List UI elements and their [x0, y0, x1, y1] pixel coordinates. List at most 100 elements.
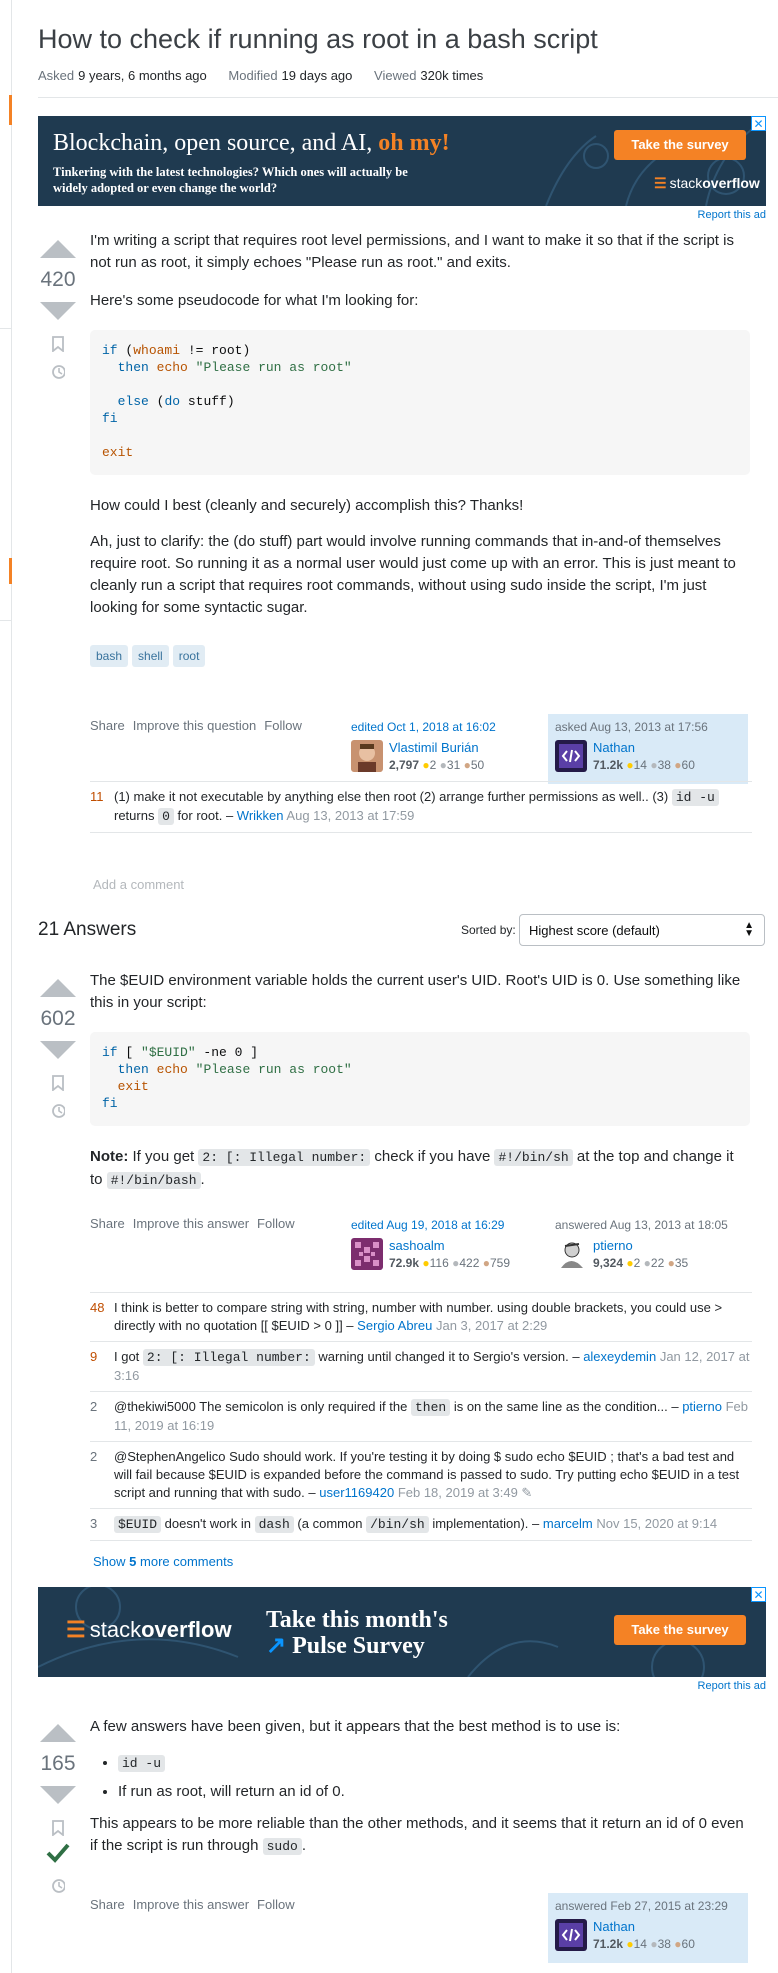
ad-take-survey-button[interactable]: Take the survey [614, 1615, 746, 1645]
edited-timestamp[interactable]: edited Oct 1, 2018 at 16:02 [351, 720, 537, 734]
chevron-updown-icon: ▲ ▼ [744, 920, 754, 939]
avatar[interactable] [351, 1238, 383, 1270]
answerer-signature: answered Aug 13, 2013 at 18:05 ptierno 9… [548, 1212, 748, 1282]
left-sidebar-rail [0, 0, 12, 1973]
show-more-comments-link[interactable]: Show 5 more comments [93, 1554, 233, 1569]
answer-vote-cell: 165 [38, 1724, 78, 1894]
report-ad-link[interactable]: Report this ad [698, 209, 766, 221]
comment-user-link[interactable]: user1169420 [319, 1485, 394, 1500]
comment-user-link[interactable]: Wrikken [237, 808, 284, 823]
user-name[interactable]: ptierno [593, 1238, 633, 1253]
ad-headline: Take this month's ↗ Pulse Survey [266, 1607, 448, 1659]
ad-banner-blockchain[interactable]: Blockchain, open source, and AI, oh my! … [38, 116, 766, 206]
sort-select[interactable]: Highest score (default) ▲ ▼ [519, 914, 765, 946]
history-icon[interactable] [51, 1103, 65, 1119]
comment: 2 @thekiwi5000 The semicolon is only requ… [90, 1392, 752, 1442]
ad-headline: Blockchain, open source, and AI, oh my! [53, 130, 450, 156]
comment-date[interactable]: Feb 18, 2019 at 3:49 [398, 1485, 518, 1500]
bookmark-icon[interactable] [51, 1820, 65, 1836]
answer-body: A few answers have been given, but it ap… [90, 1716, 750, 1858]
improve-question-link[interactable]: Improve this question [133, 718, 257, 733]
question-paragraph: How could I best (cleanly and securely) … [90, 497, 524, 514]
share-link[interactable]: Share [90, 718, 125, 733]
user-name[interactable]: Nathan [593, 1919, 635, 1934]
user-reputation: 71.2k ●14 ●38 ●60 [593, 758, 695, 772]
answered-timestamp: answered Feb 27, 2015 at 23:29 [555, 1899, 728, 1913]
add-comment-link[interactable]: Add a comment [93, 877, 184, 892]
comment-date[interactable]: Jan 3, 2017 at 2:29 [436, 1318, 547, 1333]
list-item: If run as root, will return an id of 0. [118, 1781, 750, 1803]
header-divider [38, 97, 778, 98]
ad-banner-pulse-survey[interactable]: ☰ stackoverflow Take this month's ↗ Pulse … [38, 1587, 766, 1677]
comment-score: 11 [90, 789, 104, 804]
upvote-icon[interactable] [40, 240, 76, 258]
comment-date[interactable]: Nov 15, 2020 at 9:14 [596, 1516, 717, 1531]
edited-timestamp[interactable]: edited Aug 19, 2018 at 16:29 [351, 1218, 537, 1232]
avatar[interactable] [555, 1238, 587, 1270]
sort-label: Sorted by: [461, 923, 516, 937]
follow-link[interactable]: Follow [257, 1897, 295, 1912]
bookmark-icon[interactable] [51, 336, 65, 352]
ad-close-icon[interactable]: ✕ [751, 1587, 766, 1602]
comment-user-link[interactable]: marcelm [543, 1516, 593, 1531]
upvote-icon[interactable] [40, 1724, 76, 1742]
sidebar-active-marker [9, 558, 12, 584]
ad-subtext: Tinkering with the latest technologies? … [53, 165, 408, 195]
user-name[interactable]: Nathan [593, 740, 635, 755]
improve-answer-link[interactable]: Improve this answer [133, 1897, 249, 1912]
avatar[interactable] [351, 740, 383, 772]
share-link[interactable]: Share [90, 1216, 125, 1231]
bookmark-icon[interactable] [51, 1075, 65, 1091]
answer-score: 602 [40, 1007, 76, 1030]
user-name[interactable]: sashoalm [389, 1238, 445, 1253]
follow-link[interactable]: Follow [257, 1216, 295, 1231]
share-link[interactable]: Share [90, 1897, 125, 1912]
history-icon[interactable] [51, 364, 65, 380]
downvote-icon[interactable] [40, 1786, 76, 1804]
tag-root[interactable]: root [172, 645, 206, 667]
comment-date[interactable]: Aug 13, 2013 at 17:59 [286, 808, 414, 823]
answer-comments: 48 I think is better to compare string wi… [90, 1292, 752, 1541]
answer-actions: Share Improve this answer Follow [90, 1216, 303, 1231]
answer-body: The $EUID environment variable holds the… [90, 970, 750, 1192]
comment: 2 @StephenAngelico Sudo should work. If y… [90, 1442, 752, 1509]
history-icon[interactable] [51, 1878, 65, 1894]
owner-signature: asked Aug 13, 2013 at 17:56 Nathan 71.2k… [548, 714, 748, 784]
asked-value: 9 years, 6 months ago [78, 68, 207, 83]
sidebar-divider [0, 620, 12, 621]
user-name[interactable]: Vlastimil Burián [389, 740, 479, 755]
upvote-icon[interactable] [40, 979, 76, 997]
question-body: I'm writing a script that requires root … [90, 230, 750, 667]
tag-bash[interactable]: bash [90, 645, 129, 667]
comment: 11 (1) make it not executable by anything… [90, 782, 752, 833]
owner-signature: answered Feb 27, 2015 at 23:29 Nathan 71… [548, 1893, 748, 1963]
avatar[interactable] [555, 1919, 587, 1951]
user-reputation: 9,324 ●2 ●22 ●35 [593, 1256, 689, 1270]
answers-count: 21 Answers [38, 919, 137, 940]
question-paragraph: Here's some pseudocode for what I'm look… [90, 292, 419, 309]
avatar[interactable] [555, 740, 587, 772]
answer-paragraph: A few answers have been given, but it ap… [90, 1718, 621, 1735]
downvote-icon[interactable] [40, 302, 76, 320]
follow-link[interactable]: Follow [264, 718, 302, 733]
improve-answer-link[interactable]: Improve this answer [133, 1216, 249, 1231]
comment-user-link[interactable]: alexeydemin [583, 1349, 656, 1364]
comment: 48 I think is better to compare string wi… [90, 1293, 752, 1342]
code-block: if (whoami != root) then echo "Please ru… [90, 330, 750, 475]
answer-list: id -u If run as root, will return an id … [118, 1752, 750, 1803]
comment-user-link[interactable]: ptierno [682, 1399, 722, 1414]
ad-close-icon[interactable]: ✕ [751, 116, 766, 131]
comment-score: 48 [90, 1300, 105, 1315]
comment-score: 2 [90, 1399, 98, 1414]
report-ad-link[interactable]: Report this ad [698, 1680, 766, 1692]
stackoverflow-logo: ☰ stackoverflow [66, 1617, 232, 1642]
downvote-icon[interactable] [40, 1041, 76, 1059]
ad-take-survey-button[interactable]: Take the survey [614, 130, 746, 160]
comment-user-link[interactable]: Sergio Abreu [357, 1318, 432, 1333]
question-vote-cell: 420 [38, 240, 78, 380]
question-title[interactable]: How to check if running as root in a bas… [38, 24, 598, 55]
stackoverflow-logo: ☰ stackoverflow [654, 175, 760, 191]
user-reputation: 71.2k ●14 ●38 ●60 [593, 1937, 695, 1951]
tag-shell[interactable]: shell [132, 645, 169, 667]
modified-value[interactable]: 19 days ago [282, 68, 353, 83]
